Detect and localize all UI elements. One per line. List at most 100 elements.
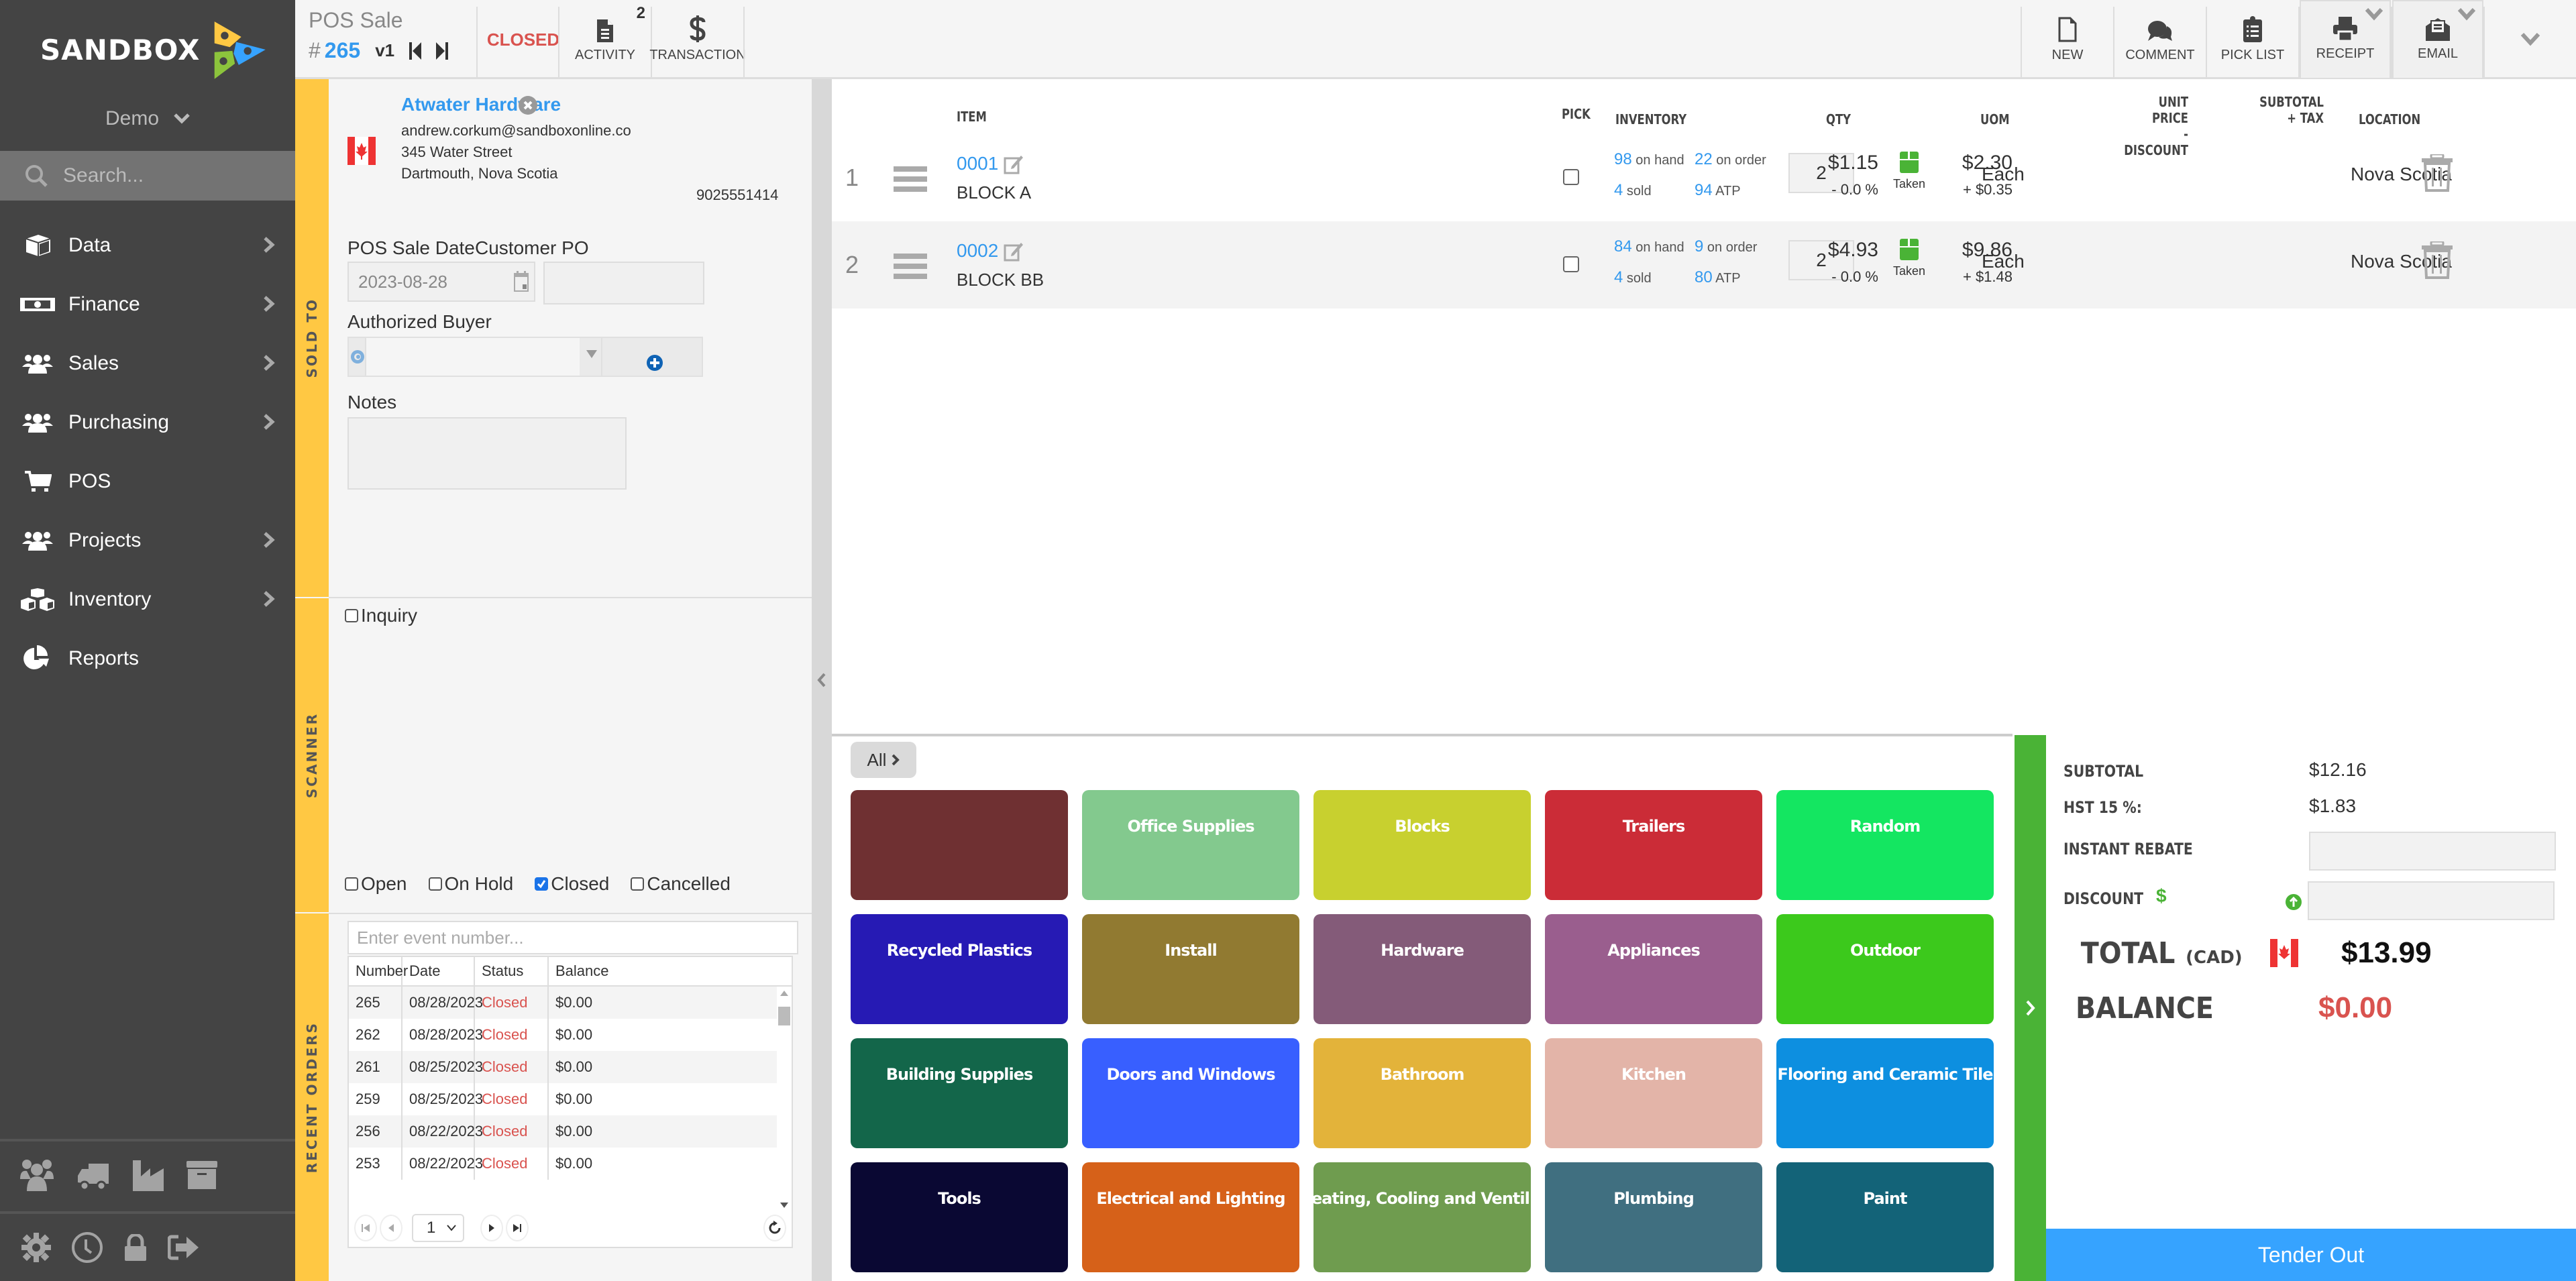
comment-button[interactable]: COMMENT (2114, 0, 2206, 79)
notes-textarea[interactable] (347, 417, 627, 490)
category-tile[interactable]: Kitchen (1545, 1038, 1762, 1148)
authorized-buyer-select[interactable] (347, 337, 703, 377)
archive-icon[interactable] (186, 1161, 217, 1190)
trash-icon[interactable] (2422, 241, 2453, 279)
search-input[interactable] (63, 164, 284, 187)
order-row[interactable]: 256 08/22/2023 Closed $0.00 (349, 1115, 792, 1148)
sign-out-icon[interactable] (168, 1234, 200, 1261)
pick-checkbox[interactable] (1563, 169, 1579, 185)
event-number-input[interactable] (347, 921, 798, 954)
drag-handle-icon[interactable] (894, 254, 927, 279)
more-actions-button[interactable] (2485, 0, 2576, 79)
logo[interactable]: SANDBOX (40, 17, 268, 82)
category-tile[interactable]: Plumbing (1545, 1162, 1762, 1272)
item-code-link[interactable]: 0002 (957, 240, 998, 262)
first-page-button[interactable] (354, 1215, 377, 1241)
category-tile[interactable]: Tools (851, 1162, 1068, 1272)
discount-input[interactable] (2308, 881, 2555, 920)
nav-item-data[interactable]: Data (0, 216, 295, 275)
nav-item-projects[interactable]: Projects (0, 511, 295, 570)
nav-item-pos[interactable]: POS (0, 452, 295, 511)
drag-handle-icon[interactable] (894, 166, 927, 192)
breadcrumb-all-button[interactable]: All (851, 742, 916, 778)
category-tile[interactable]: Install (1082, 914, 1299, 1024)
panel-collapse-toggle[interactable] (812, 79, 832, 1281)
receipt-button[interactable]: RECEIPT (2300, 0, 2391, 79)
scroll-up-icon[interactable] (780, 991, 788, 996)
page-select[interactable]: 1 (412, 1214, 464, 1242)
trash-icon[interactable] (2422, 154, 2453, 192)
chevron-down-icon[interactable] (2365, 8, 2383, 21)
previous-page-button[interactable] (380, 1215, 402, 1241)
customer-po-input[interactable] (543, 262, 704, 304)
next-record-icon[interactable] (436, 42, 449, 60)
lock-icon[interactable] (123, 1234, 148, 1261)
inquiry-checkbox[interactable]: Inquiry (345, 605, 417, 626)
truck-icon[interactable] (76, 1161, 110, 1190)
sale-date-field[interactable]: 2023-08-28 (347, 262, 535, 302)
scrollbar-thumb[interactable] (778, 1007, 790, 1025)
category-tile[interactable]: Outdoor (1776, 914, 1994, 1024)
order-row[interactable]: 261 08/25/2023 Closed $0.00 (349, 1051, 792, 1083)
cart-toggle-bar[interactable] (2015, 735, 2046, 1281)
tab-scanner[interactable]: SCANNER (295, 598, 329, 912)
category-tile[interactable]: Blocks (1313, 790, 1531, 900)
category-tile[interactable]: Recycled Plastics (851, 914, 1068, 1024)
new-button[interactable]: NEW (2022, 0, 2113, 79)
clock-icon[interactable] (71, 1231, 103, 1264)
scroll-down-icon[interactable] (780, 1203, 788, 1208)
discount-type-toggle[interactable]: $ (2156, 885, 2167, 907)
users-icon[interactable] (19, 1159, 55, 1192)
edit-icon[interactable] (1004, 241, 1024, 262)
category-tile[interactable]: Trailers (1545, 790, 1762, 900)
apply-discount-icon[interactable] (2285, 893, 2302, 911)
category-tile[interactable]: Building Supplies (851, 1038, 1068, 1148)
order-row[interactable]: 262 08/28/2023 Closed $0.00 (349, 1019, 792, 1051)
nav-item-finance[interactable]: Finance (0, 275, 295, 334)
previous-record-icon[interactable] (409, 42, 422, 60)
order-row[interactable]: 259 08/25/2023 Closed $0.00 (349, 1083, 792, 1115)
pick-checkbox[interactable] (1563, 256, 1579, 272)
chevron-down-icon[interactable] (2458, 8, 2475, 21)
dropdown-arrow-icon[interactable] (586, 350, 597, 358)
category-tile[interactable] (851, 790, 1068, 900)
eye-icon[interactable] (350, 349, 365, 364)
nav-item-purchasing[interactable]: Purchasing (0, 393, 295, 452)
nav-item-sales[interactable]: Sales (0, 334, 295, 393)
email-button[interactable]: EMAIL (2392, 0, 2483, 79)
activity-button[interactable]: 2 ACTIVITY (559, 0, 651, 79)
category-tile[interactable]: Office Supplies (1082, 790, 1299, 900)
workspace-selector[interactable]: Demo (0, 107, 295, 130)
remove-customer-icon[interactable] (518, 95, 538, 115)
tab-sold-to[interactable]: SOLD TO (295, 79, 329, 597)
refresh-button[interactable] (763, 1215, 786, 1241)
tender-out-button[interactable]: Tender Out (2046, 1229, 2576, 1281)
pick-status[interactable]: Taken (1893, 152, 1925, 191)
filter-on-hold-checkbox[interactable]: On Hold (428, 873, 513, 895)
instant-rebate-input[interactable] (2309, 832, 2556, 871)
order-row[interactable]: 265 08/28/2023 Closed $0.00 (349, 987, 792, 1019)
category-tile[interactable]: Random (1776, 790, 1994, 900)
pick-list-button[interactable]: PICK LIST (2207, 0, 2298, 79)
nav-item-reports[interactable]: Reports (0, 629, 295, 688)
calendar-icon[interactable] (514, 271, 529, 292)
table-scrollbar[interactable] (777, 987, 792, 1209)
order-row[interactable]: 253 08/22/2023 Closed $0.00 (349, 1148, 792, 1180)
category-tile[interactable]: Doors and Windows (1082, 1038, 1299, 1148)
filter-closed-checkbox[interactable]: Closed (535, 873, 609, 895)
filter-cancelled-checkbox[interactable]: Cancelled (631, 873, 731, 895)
gear-icon[interactable] (21, 1233, 51, 1262)
filter-open-checkbox[interactable]: Open (345, 873, 407, 895)
category-tile[interactable]: Appliances (1545, 914, 1762, 1024)
category-tile[interactable]: Electrical and Lighting (1082, 1162, 1299, 1272)
tab-recent-orders[interactable]: RECENT ORDERS (295, 913, 329, 1281)
add-buyer-icon[interactable] (647, 354, 663, 372)
last-page-button[interactable] (506, 1215, 529, 1241)
category-tile[interactable]: Bathroom (1313, 1038, 1531, 1148)
category-tile[interactable]: Paint (1776, 1162, 1994, 1272)
transaction-button[interactable]: TRANSACTION (649, 0, 746, 79)
nav-item-inventory[interactable]: Inventory (0, 570, 295, 629)
item-code-link[interactable]: 0001 (957, 153, 998, 174)
category-tile[interactable]: Heating, Cooling and Ventil... (1313, 1162, 1531, 1272)
edit-icon[interactable] (1004, 154, 1024, 174)
